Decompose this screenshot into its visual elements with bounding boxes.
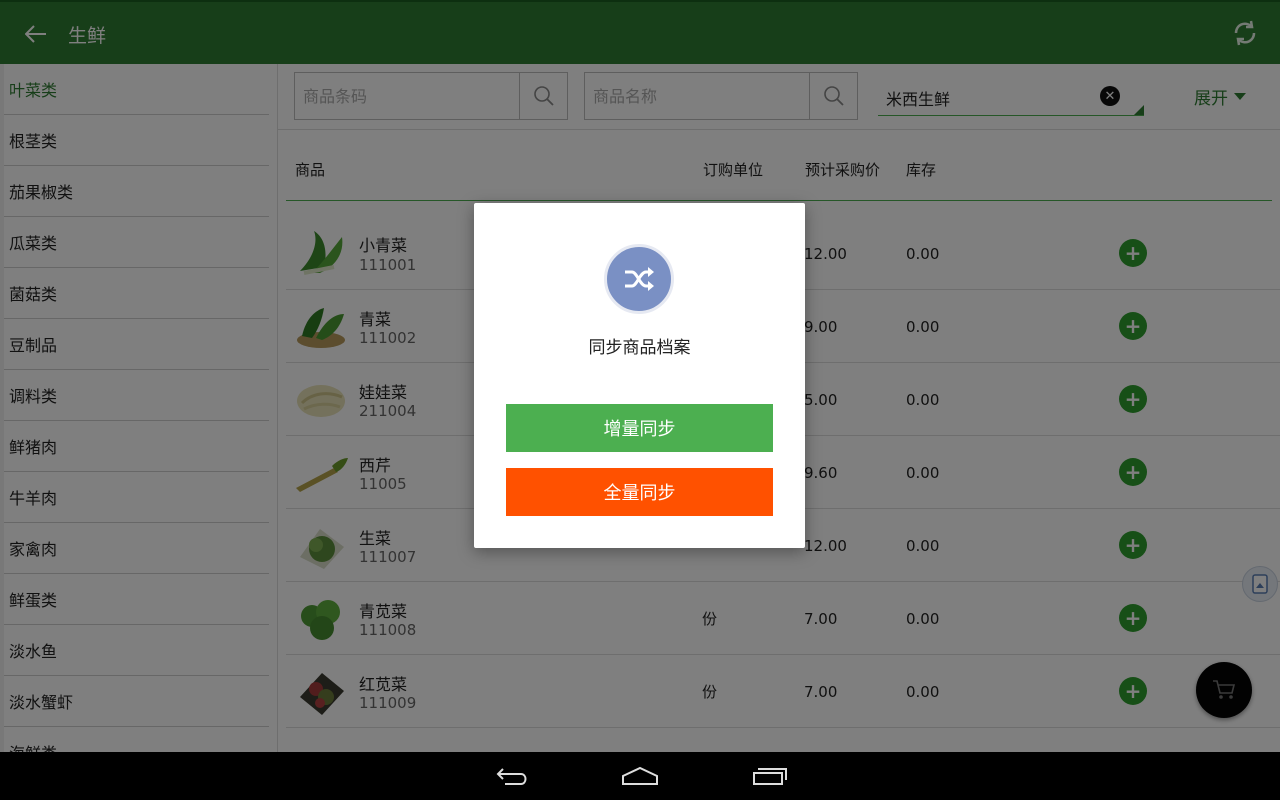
incremental-sync-button[interactable]: 增量同步	[506, 404, 773, 452]
back-nav-icon[interactable]	[492, 762, 532, 790]
dialog-title: 同步商品档案	[588, 338, 691, 358]
recents-nav-icon[interactable]	[750, 762, 790, 790]
sync-dialog: 同步商品档案 增量同步 全量同步	[474, 203, 805, 548]
home-nav-icon[interactable]	[620, 762, 660, 790]
system-nav-bar	[0, 752, 1280, 800]
full-sync-button[interactable]: 全量同步	[506, 468, 773, 516]
shuffle-icon	[604, 244, 674, 314]
